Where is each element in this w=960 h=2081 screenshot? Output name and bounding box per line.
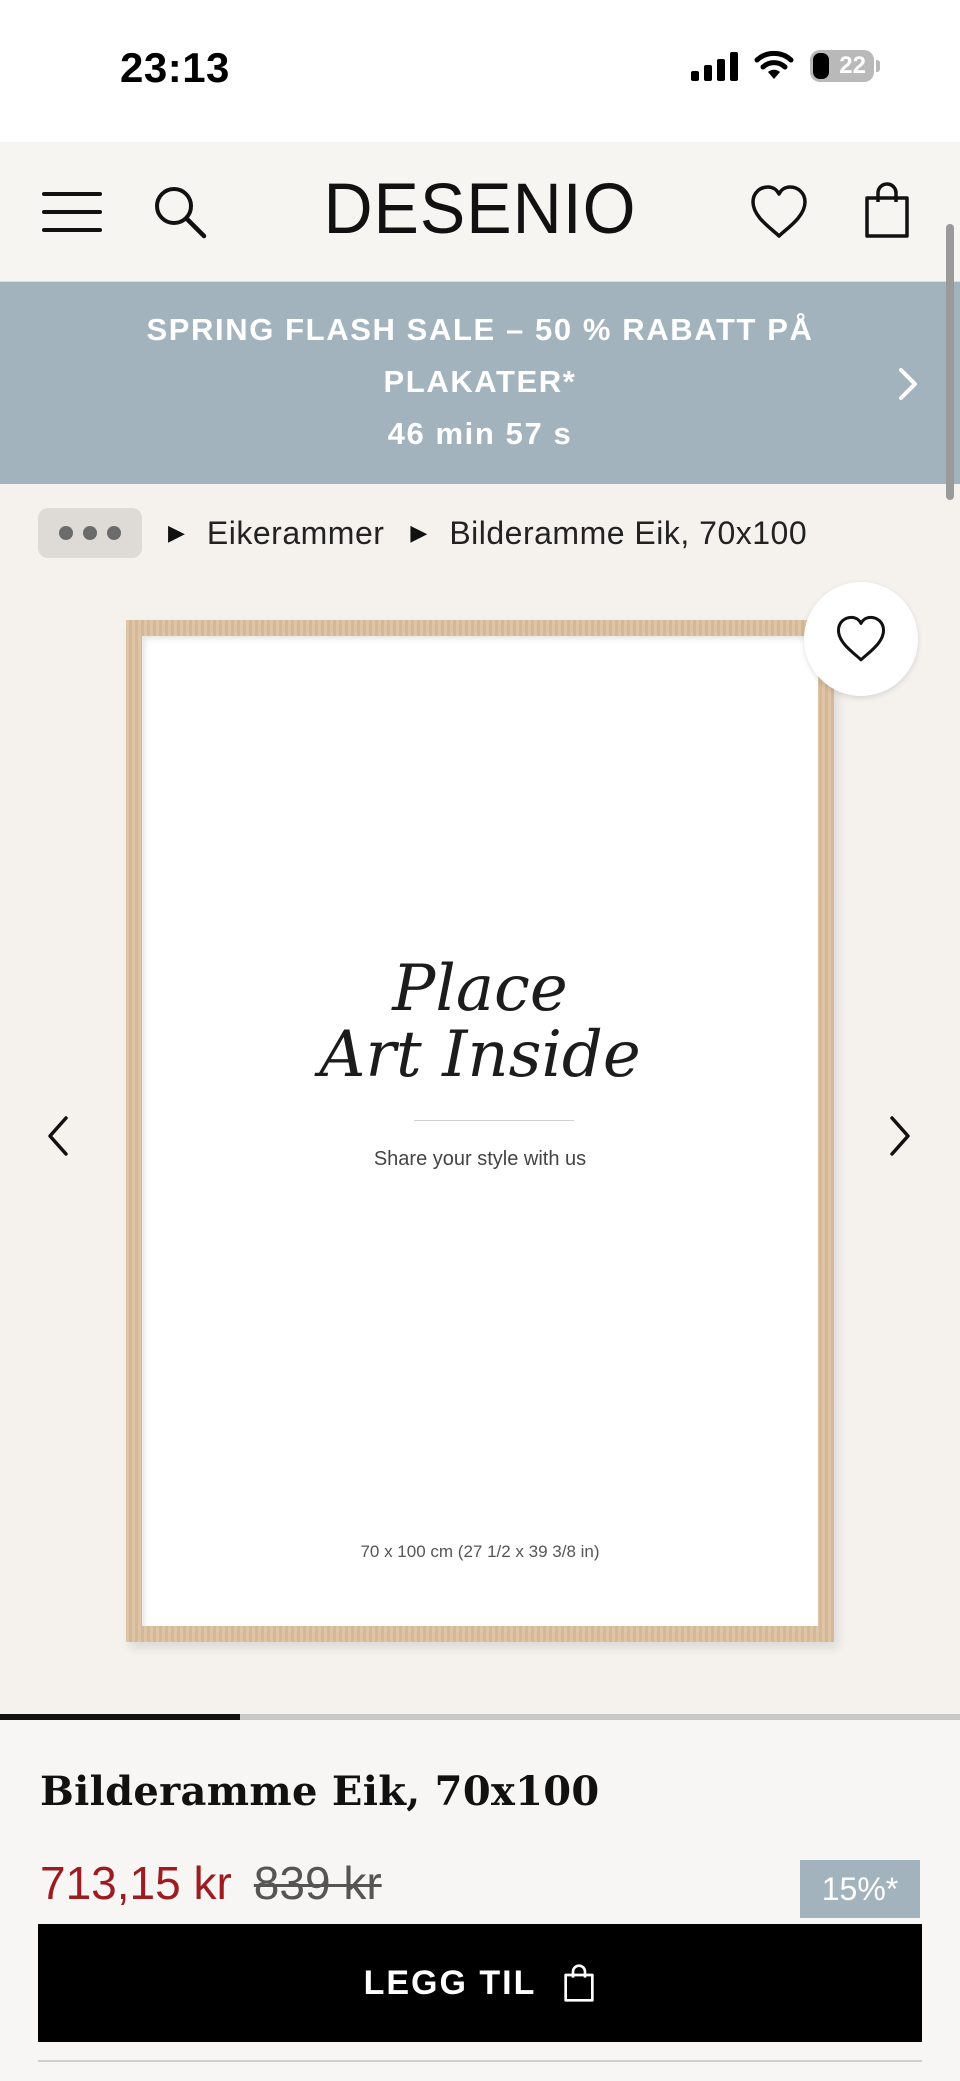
add-to-cart-label: LEGG TIL <box>363 1963 537 2002</box>
menu-icon[interactable] <box>42 192 102 232</box>
poster-paper: Place Art Inside Share your style with u… <box>142 636 818 1626</box>
sale-price: 713,15 kr <box>40 1857 232 1909</box>
breadcrumb-item[interactable]: Bilderamme Eik, 70x100 <box>449 515 807 552</box>
divider <box>38 2060 922 2062</box>
poster-title: Place Art Inside <box>142 956 818 1088</box>
chevron-right-icon[interactable] <box>886 1112 914 1160</box>
scrollbar[interactable] <box>946 224 954 500</box>
poster-size: 70 x 100 cm (27 1/2 x 39 3/8 in) <box>360 1542 600 1561</box>
promo-title: SPRING FLASH SALE – 50 % RABATT PÅ PLAKA… <box>146 312 814 399</box>
status-icons: 22 <box>691 50 880 82</box>
cellular-signal-icon <box>691 51 738 81</box>
poster-subtitle: Share your style with us <box>373 1148 587 1170</box>
add-to-cart-button[interactable]: LEGG TIL <box>38 1924 922 2042</box>
product-title: Bilderamme Eik, 70x100 <box>40 1768 600 1815</box>
wifi-icon <box>754 51 794 79</box>
discount-badge: 15%* <box>800 1860 920 1918</box>
poster-title-line: Art Inside <box>319 1018 641 1092</box>
site-header: DESENIO <box>0 142 960 282</box>
wishlist-button[interactable] <box>804 582 918 696</box>
triangle-right-icon: ▶ <box>410 520 428 545</box>
bag-icon[interactable] <box>862 180 912 240</box>
promo-banner[interactable]: SPRING FLASH SALE – 50 % RABATT PÅ PLAKA… <box>0 282 960 484</box>
price-row: 713,15 kr 839 kr <box>40 1856 382 1910</box>
status-time: 23:13 <box>120 44 230 91</box>
status-bar: 23:13 22 <box>0 0 960 142</box>
breadcrumb-item[interactable]: Eikerammer <box>207 515 384 552</box>
logo[interactable]: DESENIO <box>280 168 680 250</box>
promo-timer: 46 min 57 s <box>387 416 573 451</box>
battery-level: 22 <box>839 52 866 79</box>
search-icon[interactable] <box>150 182 210 242</box>
original-price: 839 kr <box>253 1857 382 1909</box>
poster-title-line: Place <box>392 952 568 1026</box>
bag-icon <box>564 1964 595 2002</box>
product-gallery[interactable]: Place Art Inside Share your style with u… <box>0 582 960 1712</box>
product-image[interactable]: Place Art Inside Share your style with u… <box>126 620 834 1642</box>
battery-icon: 22 <box>810 50 874 82</box>
chevron-right-icon[interactable] <box>896 364 920 404</box>
heart-icon <box>836 615 886 662</box>
divider <box>414 1120 574 1121</box>
chevron-left-icon[interactable] <box>44 1112 72 1160</box>
heart-icon[interactable] <box>748 182 810 242</box>
breadcrumb: ▶ Eikerammer ▶ Bilderamme Eik, 70x100 <box>38 508 807 558</box>
product-info: Bilderamme Eik, 70x100 713,15 kr 839 kr … <box>0 1720 960 2081</box>
triangle-right-icon: ▶ <box>168 520 185 545</box>
more-icon[interactable] <box>38 508 142 558</box>
battery-cap <box>876 60 880 72</box>
